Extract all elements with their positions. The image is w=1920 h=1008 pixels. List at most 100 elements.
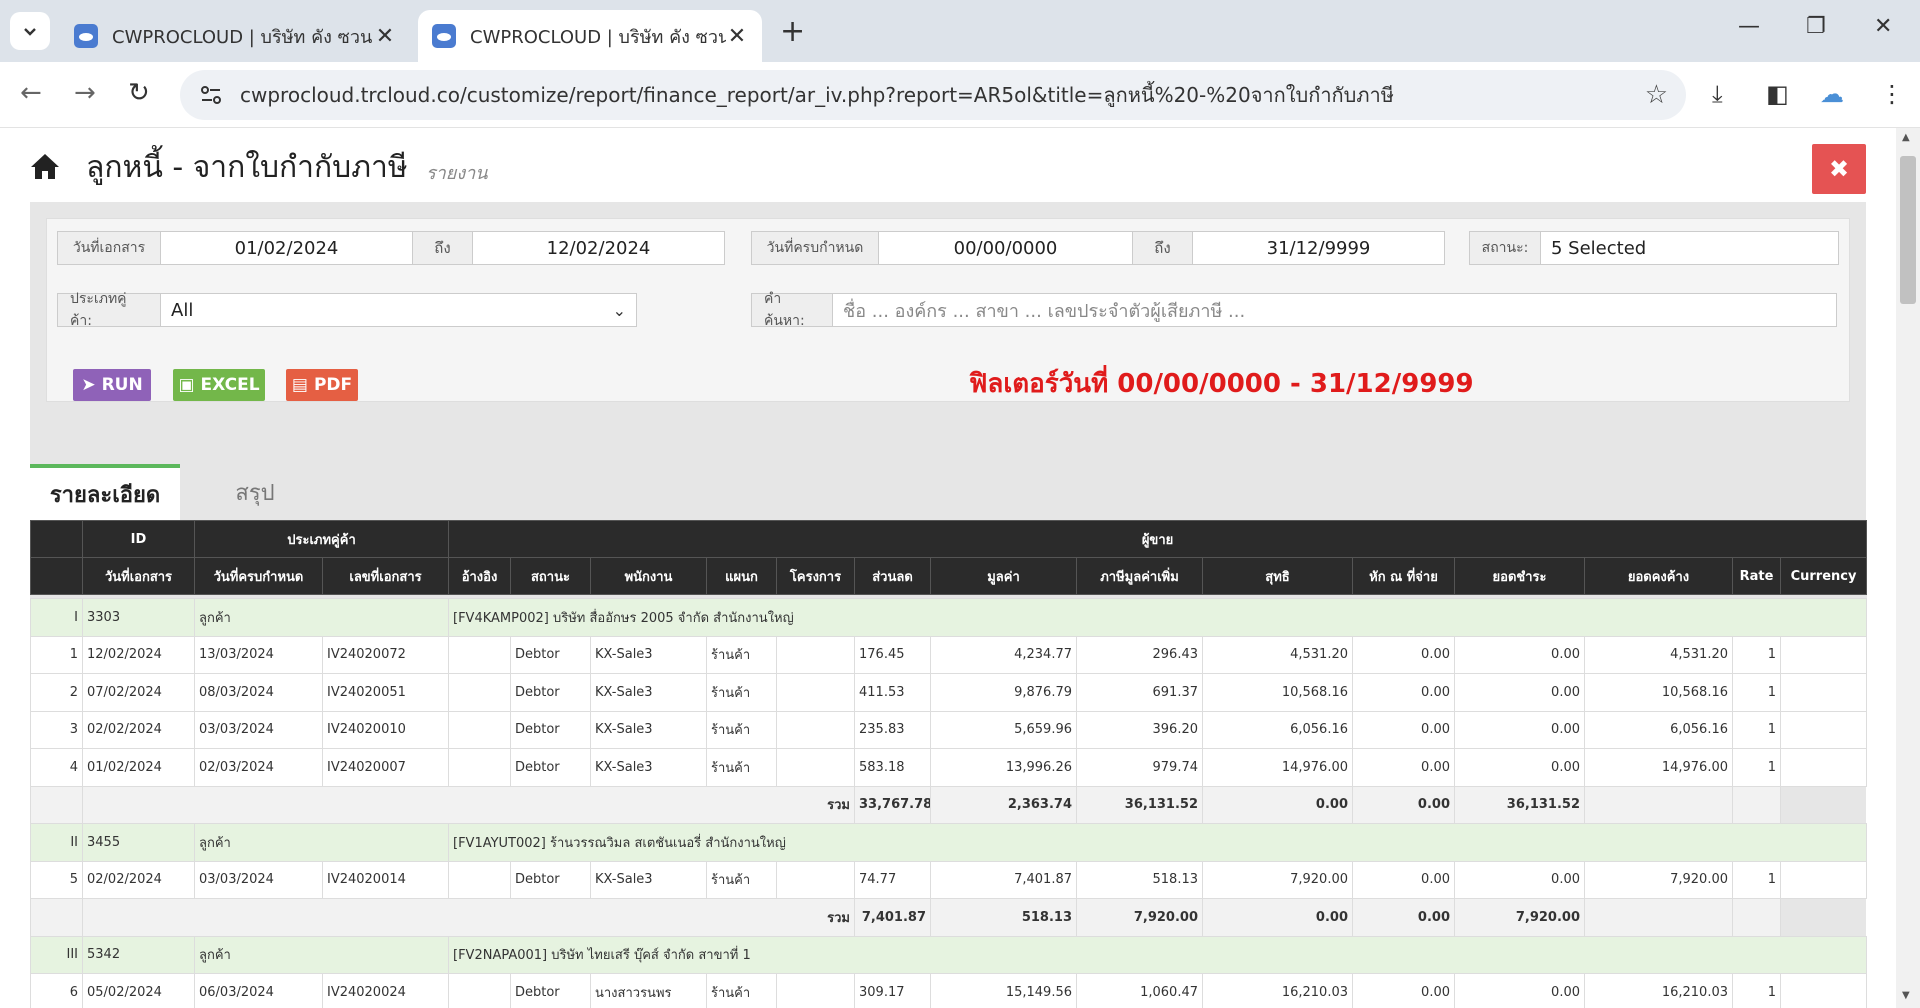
tab-detail[interactable]: รายละเอียด bbox=[30, 464, 180, 520]
side-panel-icon[interactable]: ◧ bbox=[1766, 80, 1789, 108]
total-label: รวม bbox=[82, 785, 855, 824]
doc-date-to-input[interactable]: 12/02/2024 bbox=[473, 231, 725, 265]
ref-cell bbox=[448, 673, 511, 712]
scroll-down-icon[interactable]: ▼ bbox=[1902, 990, 1910, 1001]
url-text: cwprocloud.trcloud.co/customize/report/f… bbox=[240, 83, 1394, 107]
total-balance-cell: 36,131.52 bbox=[1454, 785, 1585, 824]
customer-type-select[interactable]: All ⌄ bbox=[161, 293, 637, 327]
address-bar[interactable]: cwprocloud.trcloud.co/customize/report/f… bbox=[180, 70, 1686, 120]
staff-cell: นางสาวรนพร bbox=[590, 973, 707, 1008]
vat-cell: 1,060.47 bbox=[1076, 973, 1203, 1008]
tab-summary[interactable]: สรุป bbox=[180, 464, 330, 520]
balance-cell: 6,056.16 bbox=[1584, 710, 1733, 749]
restore-icon[interactable]: ❐ bbox=[1806, 14, 1826, 39]
site-info-icon[interactable] bbox=[198, 82, 224, 108]
browser-tab-active[interactable]: CWPROCLOUD | บริษัท คัง ซวน วัฒ ✕ bbox=[418, 10, 762, 62]
group-roman: I bbox=[30, 598, 83, 637]
search-input[interactable]: ชื่อ ... องค์กร ... สาขา ... เลขประจำตัว… bbox=[833, 293, 1837, 327]
total-value-cell: 7,401.87 bbox=[854, 898, 931, 937]
status-filter: สถานะ: 5 Selected bbox=[1469, 231, 1839, 265]
table-row[interactable]: 5 02/02/2024 03/03/2024 IV24020014 Debtor KX-… bbox=[30, 860, 1868, 899]
forward-arrow-icon[interactable]: → bbox=[74, 78, 96, 108]
total-vat-cell: 2,363.74 bbox=[930, 785, 1077, 824]
doc-no-link[interactable]: IV24020007 bbox=[322, 748, 449, 787]
browser-tab-strip: CWPROCLOUD | บริษัท คัง ซวน วัฒ ✕ CWPROC… bbox=[0, 0, 1920, 62]
discount-cell: 176.45 bbox=[854, 635, 931, 674]
status-cell: Debtor bbox=[510, 860, 591, 899]
scroll-up-icon[interactable]: ▲ bbox=[1902, 132, 1910, 143]
home-icon[interactable] bbox=[30, 152, 60, 180]
column-header-dept[interactable]: แผนก bbox=[706, 557, 777, 595]
excel-button[interactable]: ▣ EXCEL bbox=[173, 369, 265, 401]
due-date-from-input[interactable]: 00/00/0000 bbox=[879, 231, 1133, 265]
new-tab-icon[interactable]: + bbox=[780, 14, 805, 49]
column-header-vat[interactable]: ภาษีมูลค่าเพิ่ม bbox=[1076, 557, 1203, 595]
wht-cell: 0.00 bbox=[1352, 635, 1455, 674]
column-header bbox=[30, 557, 83, 595]
total-label: รวม bbox=[82, 898, 855, 937]
net-cell: 16,210.03 bbox=[1202, 973, 1353, 1008]
doc-no-link[interactable]: IV24020051 bbox=[322, 673, 449, 712]
reload-icon[interactable]: ↻ bbox=[128, 78, 150, 108]
due-date-to-input[interactable]: 31/12/9999 bbox=[1193, 231, 1445, 265]
doc-no-link[interactable]: IV24020072 bbox=[322, 635, 449, 674]
download-icon[interactable]: ⤓ bbox=[1712, 80, 1723, 108]
table-row[interactable]: 1 12/02/2024 13/03/2024 IV24020072 Debtor KX-… bbox=[30, 635, 1868, 674]
rate-cell: 1 bbox=[1732, 673, 1781, 712]
minimize-icon[interactable]: — bbox=[1738, 14, 1760, 39]
report-page: ลูกหนี้ - จากใบกำกับภาษี รายงาน ✖ ▲ ▼ วั… bbox=[0, 128, 1920, 1008]
close-tab-icon[interactable]: ✕ bbox=[726, 24, 748, 49]
total-currency-cell bbox=[1732, 785, 1781, 824]
column-header-due-date[interactable]: วันที่ครบกำหนด bbox=[194, 557, 323, 595]
wht-cell: 0.00 bbox=[1352, 973, 1455, 1008]
row-number: 4 bbox=[30, 748, 83, 787]
table-row[interactable]: 3 02/02/2024 03/03/2024 IV24020010 Debtor KX-… bbox=[30, 710, 1868, 749]
back-arrow-icon[interactable]: ← bbox=[20, 78, 42, 108]
group-customer-name: [FV1AYUT002] ร้านวรรณวิมล สเตชันเนอรี่ ส… bbox=[447, 823, 1868, 862]
close-report-button[interactable]: ✖ bbox=[1812, 144, 1866, 194]
balance-cell: 10,568.16 bbox=[1584, 673, 1733, 712]
close-tab-icon[interactable]: ✕ bbox=[374, 24, 396, 49]
table-row[interactable]: 4 01/02/2024 02/03/2024 IV24020007 Debtor KX-… bbox=[30, 748, 1868, 787]
window-close-icon[interactable]: ✕ bbox=[1874, 14, 1892, 39]
scrollbar-thumb[interactable] bbox=[1900, 156, 1916, 304]
extension-cloud-icon[interactable]: ☁ bbox=[1820, 80, 1844, 108]
vat-cell: 396.20 bbox=[1076, 710, 1203, 749]
table-row[interactable]: 6 05/02/2024 06/03/2024 IV24020024 Debtor นาง… bbox=[30, 973, 1868, 1008]
balance-cell: 16,210.03 bbox=[1584, 973, 1733, 1008]
column-header-doc-date[interactable]: วันที่เอกสาร bbox=[82, 557, 195, 595]
table-row[interactable]: 2 07/02/2024 08/03/2024 IV24020051 Debtor KX-… bbox=[30, 673, 1868, 712]
column-header-doc-no[interactable]: เลขที่เอกสาร bbox=[322, 557, 449, 595]
doc-date-from-input[interactable]: 01/02/2024 bbox=[161, 231, 413, 265]
kebab-menu-icon[interactable]: ⋮ bbox=[1880, 80, 1904, 108]
column-header-wht[interactable]: หัก ณ ที่จ่าย bbox=[1352, 557, 1455, 595]
column-header-discount[interactable]: ส่วนลด bbox=[854, 557, 931, 595]
tab-search-button[interactable] bbox=[10, 12, 50, 50]
group-roman: II bbox=[30, 823, 83, 862]
net-cell: 7,920.00 bbox=[1202, 860, 1353, 899]
page-scrollbar[interactable]: ▲ ▼ bbox=[1896, 128, 1920, 1008]
page-title: ลูกหนี้ - จากใบกำกับภาษี bbox=[86, 150, 408, 185]
doc-no-link[interactable]: IV24020024 bbox=[322, 973, 449, 1008]
cloud-favicon-icon bbox=[432, 24, 456, 48]
browser-tab[interactable]: CWPROCLOUD | บริษัท คัง ซวน วัฒ ✕ bbox=[60, 10, 410, 62]
column-header-currency[interactable]: Currency bbox=[1779, 557, 1868, 595]
discount-cell: 309.17 bbox=[854, 973, 931, 1008]
pdf-button[interactable]: ▤ PDF bbox=[286, 369, 358, 401]
column-header-staff[interactable]: พนักงาน bbox=[590, 557, 707, 595]
bookmark-star-icon[interactable]: ☆ bbox=[1645, 80, 1668, 110]
column-header-balance[interactable]: ยอดคงค้าง bbox=[1584, 557, 1733, 595]
column-header-value[interactable]: มูลค่า bbox=[930, 557, 1077, 595]
row-number: 2 bbox=[30, 673, 83, 712]
doc-no-link[interactable]: IV24020014 bbox=[322, 860, 449, 899]
column-header-project[interactable]: โครงการ bbox=[776, 557, 855, 595]
column-header-net[interactable]: สุทธิ bbox=[1202, 557, 1353, 595]
status-select[interactable]: 5 Selected bbox=[1541, 231, 1839, 265]
column-header-ref[interactable]: อ้างอิง bbox=[448, 557, 511, 595]
doc-no-link[interactable]: IV24020010 bbox=[322, 710, 449, 749]
run-button[interactable]: ➤ RUN bbox=[73, 369, 151, 401]
status-cell: Debtor bbox=[510, 973, 591, 1008]
column-header-paid[interactable]: ยอดชำระ bbox=[1454, 557, 1585, 595]
column-header-status[interactable]: สถานะ bbox=[510, 557, 591, 595]
column-header-rate[interactable]: Rate bbox=[1732, 557, 1781, 595]
